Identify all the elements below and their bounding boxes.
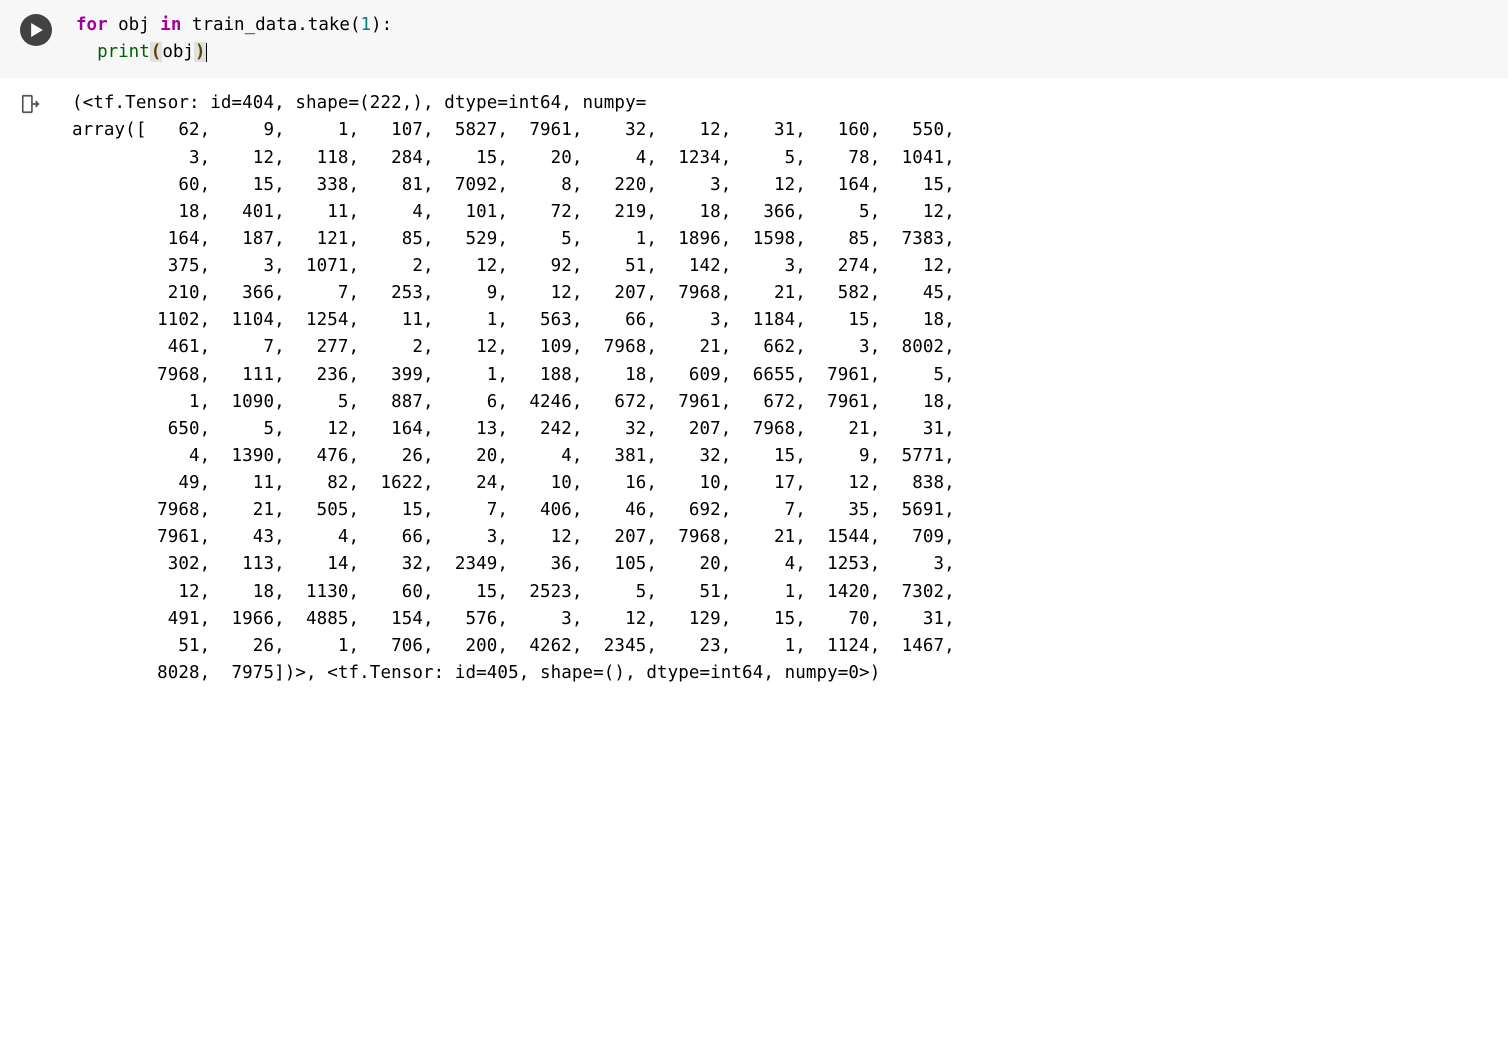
input-area: for obj in train_data.take(1): print(obj… [0, 0, 1508, 78]
code-text: obj [108, 15, 161, 35]
output-area: (<tf.Tensor: id=404, shape=(222,), dtype… [0, 78, 1508, 705]
input-gutter [12, 12, 72, 66]
run-button[interactable] [20, 14, 52, 46]
matched-paren-open: ( [150, 42, 163, 62]
matched-paren-close: ) [194, 42, 207, 62]
keyword-in: in [160, 15, 181, 35]
code-indent [76, 42, 97, 62]
text-cursor [206, 43, 207, 62]
keyword-for: for [76, 15, 108, 35]
output-collapse-button[interactable] [20, 93, 42, 115]
output-arrow-icon [20, 93, 42, 115]
code-text: ): [371, 15, 392, 35]
code-text: train_data.take( [181, 15, 360, 35]
code-number: 1 [361, 15, 372, 35]
code-text: obj [162, 42, 194, 62]
code-editor[interactable]: for obj in train_data.take(1): print(obj… [72, 12, 1496, 66]
play-icon [30, 23, 44, 37]
output-text[interactable]: (<tf.Tensor: id=404, shape=(222,), dtype… [72, 90, 1496, 687]
notebook-cell: for obj in train_data.take(1): print(obj… [0, 0, 1508, 705]
output-gutter [12, 90, 72, 687]
builtin-print: print [97, 42, 150, 62]
